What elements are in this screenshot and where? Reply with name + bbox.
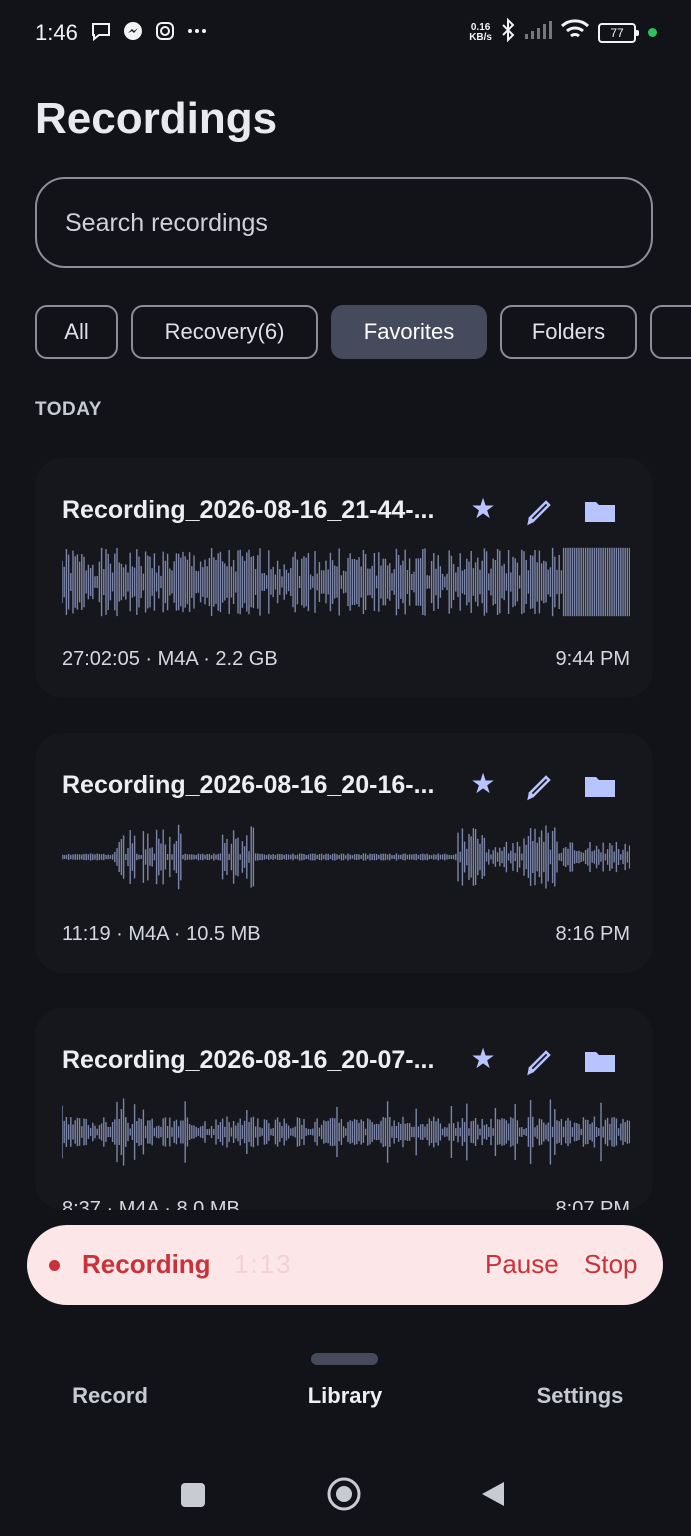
recording-card[interactable]: Recording_2026-08-16_20-16-... ★ 11:19 ·… [35,733,653,973]
waveform [62,1098,630,1166]
recording-name: Recording_2026-08-16_21-44-... [62,496,435,524]
recording-elapsed: 1:13 [234,1249,293,1279]
favorite-star-icon[interactable]: ★ [468,769,498,799]
search-box[interactable] [35,177,653,268]
folder-icon[interactable] [583,771,617,801]
home-circle-icon[interactable] [326,1476,362,1517]
waveform [62,547,630,617]
recents-square-icon[interactable] [180,1482,206,1513]
folder-icon[interactable] [583,1046,617,1076]
chip-more[interactable] [650,305,691,359]
chip-folders[interactable]: Folders [500,305,637,359]
recording-status-bar[interactable]: Recording 1:13 Pause Stop [27,1225,663,1305]
network-speed: 0.16 KB/s [469,21,492,43]
page-title: Recordings [35,94,278,143]
chip-favorites[interactable]: Favorites [331,305,487,359]
nav-record[interactable]: Record [10,1383,210,1409]
favorite-star-icon[interactable]: ★ [468,494,498,524]
folder-icon[interactable] [583,496,617,526]
filter-chips: All Recovery(6) Favorites Folders [35,305,691,360]
recording-card[interactable]: Recording_2026-08-16_20-07-... ★ 8:37 · … [35,1008,653,1210]
nav-library[interactable]: Library [245,1383,445,1409]
waveform [62,824,630,890]
search-input[interactable] [63,179,627,268]
recording-name: Recording_2026-08-16_20-16-... [62,771,435,799]
recording-time: 8:16 PM [555,923,630,945]
bottom-navigation: Record Library Settings [0,1340,691,1440]
recording-meta: 8:37 · M4A · 8.0 MB [62,1198,240,1210]
messenger-icon [122,20,144,42]
recording-meta: 11:19 · M4A · 10.5 MB [62,923,261,945]
stop-button[interactable]: Stop [584,1249,638,1280]
bluetooth-icon [500,17,516,47]
system-navigation [0,1460,691,1530]
signal-icon [524,20,552,45]
edit-pencil-icon[interactable] [525,496,555,526]
chip-all[interactable]: All [35,305,118,359]
nav-settings[interactable]: Settings [480,1383,680,1409]
nav-active-indicator [311,1353,378,1365]
edit-pencil-icon[interactable] [525,1046,555,1076]
privacy-indicator-dot [648,28,657,37]
pause-button[interactable]: Pause [485,1249,559,1280]
wifi-icon [560,18,590,47]
recording-meta: 27:02:05 · M4A · 2.2 GB [62,648,278,670]
recording-card[interactable]: Recording_2026-08-16_21-44-... ★ 27:02:0… [35,458,653,698]
battery-indicator: 77 [598,22,639,43]
status-bar: 1:46 0.16 KB/s 77 [0,0,691,64]
chip-recovery[interactable]: Recovery(6) [131,305,318,359]
recording-name: Recording_2026-08-16_20-07-... [62,1046,435,1074]
section-today: TODAY [35,399,102,420]
chat-notification-icon [90,20,112,42]
back-triangle-icon[interactable] [480,1480,506,1513]
instagram-icon [154,20,176,42]
recording-time: 9:44 PM [555,648,630,670]
edit-pencil-icon[interactable] [525,771,555,801]
recording-label: Recording [82,1249,211,1279]
recording-dot-icon [49,1260,60,1271]
recording-time: 8:07 PM [555,1198,630,1210]
more-notifications-icon [186,20,208,42]
favorite-star-icon[interactable]: ★ [468,1044,498,1074]
status-time: 1:46 [35,20,78,45]
